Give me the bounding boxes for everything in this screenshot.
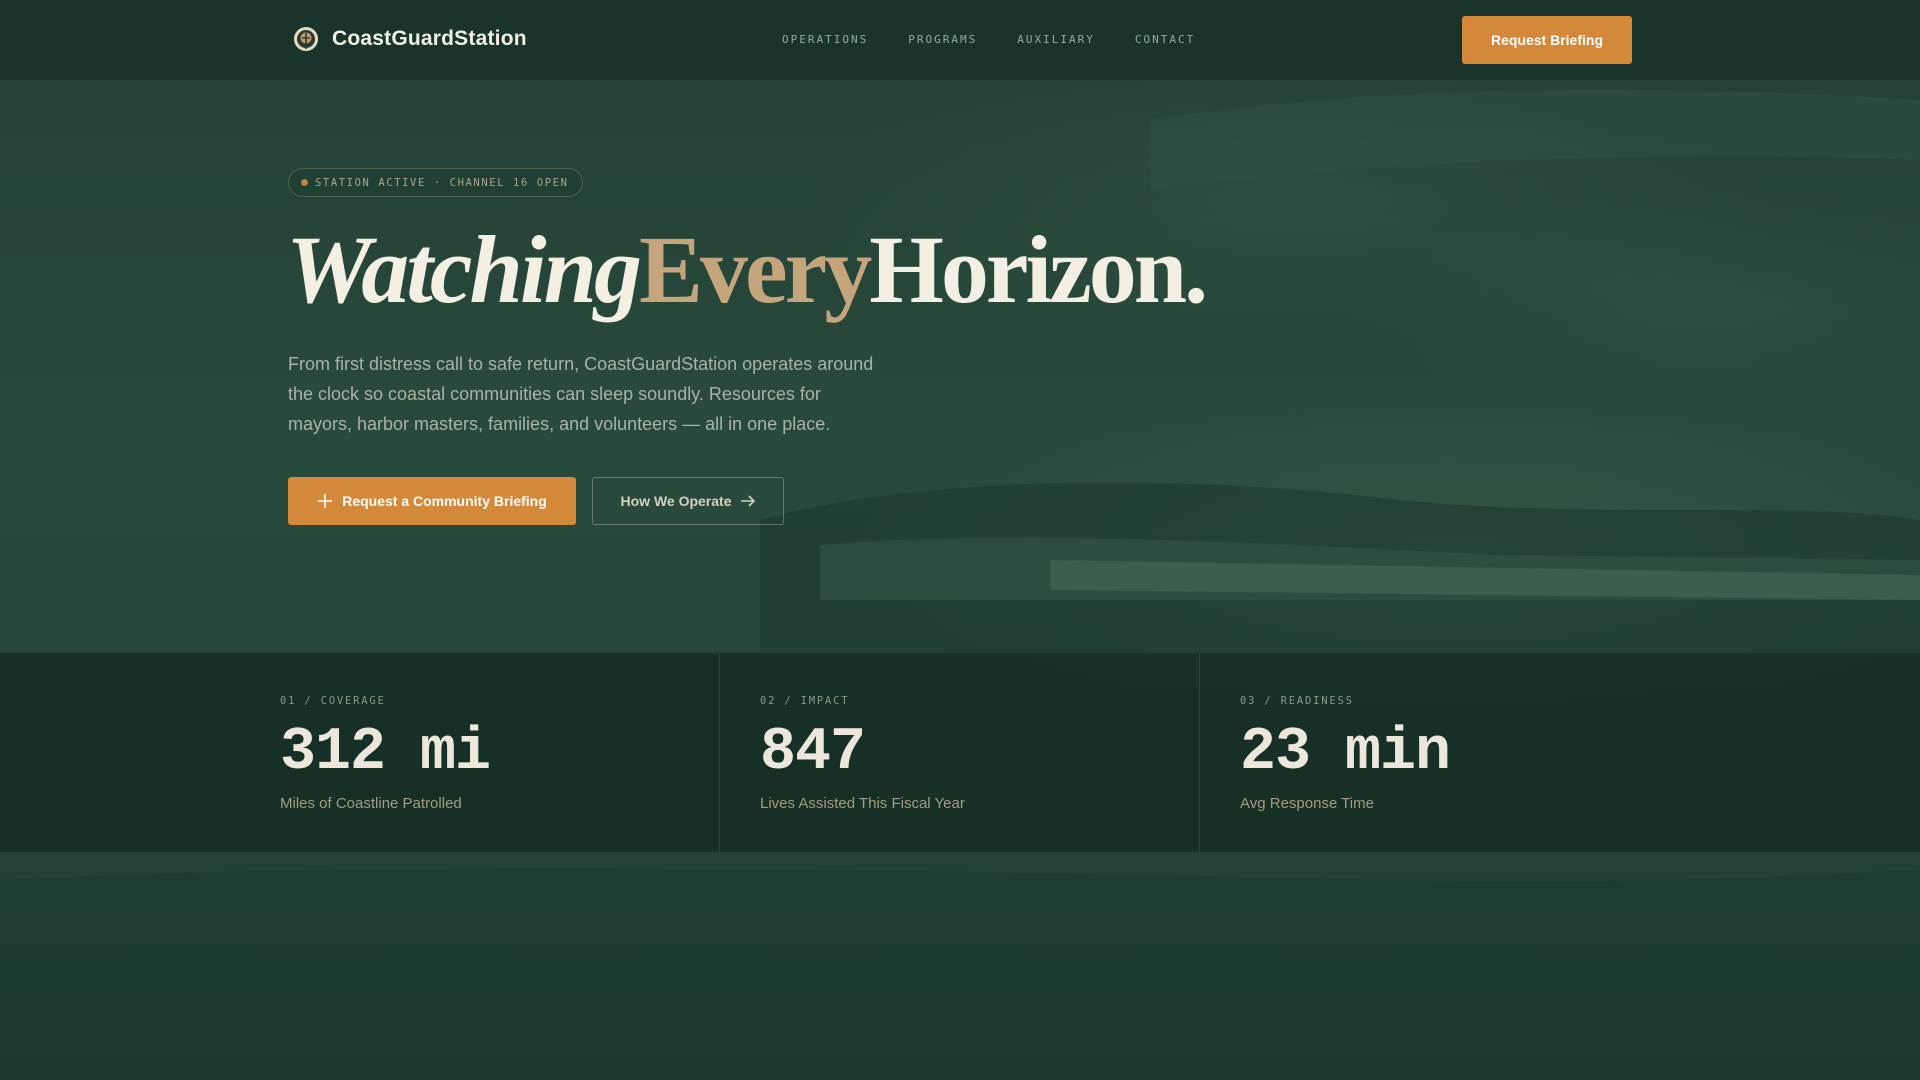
page: CoastGuardStation OPERATIONS PROGRAMS AU… xyxy=(0,0,1920,1080)
lifebuoy-shield-icon xyxy=(294,27,318,51)
stat-caption: Miles of Coastline Patrolled xyxy=(280,795,462,812)
main-nav: OPERATIONS PROGRAMS AUXILIARY CONTACT xyxy=(782,33,1195,46)
status-text: STATION ACTIVE · CHANNEL 16 OPEN xyxy=(315,176,569,189)
headline-word-watching: Watching xyxy=(286,216,642,323)
plus-icon xyxy=(318,494,333,508)
headline-word-every: Every xyxy=(638,216,872,323)
hero-headline: WatchingEveryHorizon. xyxy=(286,212,1208,328)
stats-band: 01 / COVERAGE 312 mi Miles of Coastline … xyxy=(0,652,1920,853)
stat-caption: Lives Assisted This Fiscal Year xyxy=(760,795,965,812)
arrow-right-icon xyxy=(740,495,755,507)
status-badge: STATION ACTIVE · CHANNEL 16 OPEN xyxy=(288,168,583,197)
nav-item-operations[interactable]: OPERATIONS xyxy=(782,33,868,46)
stat-readiness: 03 / READINESS 23 min Avg Response Time xyxy=(1199,653,1659,853)
stat-label: 01 / COVERAGE xyxy=(280,695,386,707)
stat-label: 02 / IMPACT xyxy=(760,695,850,707)
stat-value: 847 xyxy=(760,719,866,787)
nav-item-contact[interactable]: CONTACT xyxy=(1135,33,1195,46)
stat-value: 312 mi xyxy=(280,719,491,787)
stat-coverage: 01 / COVERAGE 312 mi Miles of Coastline … xyxy=(280,653,720,853)
request-community-briefing-button[interactable]: Request a Community Briefing xyxy=(288,477,576,525)
coastline-background-image xyxy=(0,0,1920,1080)
brand[interactable]: CoastGuardStation xyxy=(292,25,527,53)
site-header: CoastGuardStation OPERATIONS PROGRAMS AU… xyxy=(0,0,1920,80)
headline-word-horizon: Horizon. xyxy=(869,216,1208,323)
request-briefing-button[interactable]: Request Briefing xyxy=(1462,16,1632,64)
hero-description: From first distress call to safe return,… xyxy=(288,354,874,434)
status-dot-icon xyxy=(301,179,308,186)
stat-caption: Avg Response Time xyxy=(1240,795,1374,812)
how-we-operate-button[interactable]: How We Operate xyxy=(592,477,784,525)
stat-label: 03 / READINESS xyxy=(1240,695,1354,707)
nav-item-auxiliary[interactable]: AUXILIARY xyxy=(1017,33,1095,46)
request-community-briefing-label: Request a Community Briefing xyxy=(342,493,547,509)
stat-value: 23 min xyxy=(1240,719,1451,787)
nav-item-programs[interactable]: PROGRAMS xyxy=(908,33,977,46)
brand-name: CoastGuardStation xyxy=(332,27,527,50)
how-we-operate-label: How We Operate xyxy=(620,493,732,509)
stat-impact: 02 / IMPACT 847 Lives Assisted This Fisc… xyxy=(719,653,1199,853)
